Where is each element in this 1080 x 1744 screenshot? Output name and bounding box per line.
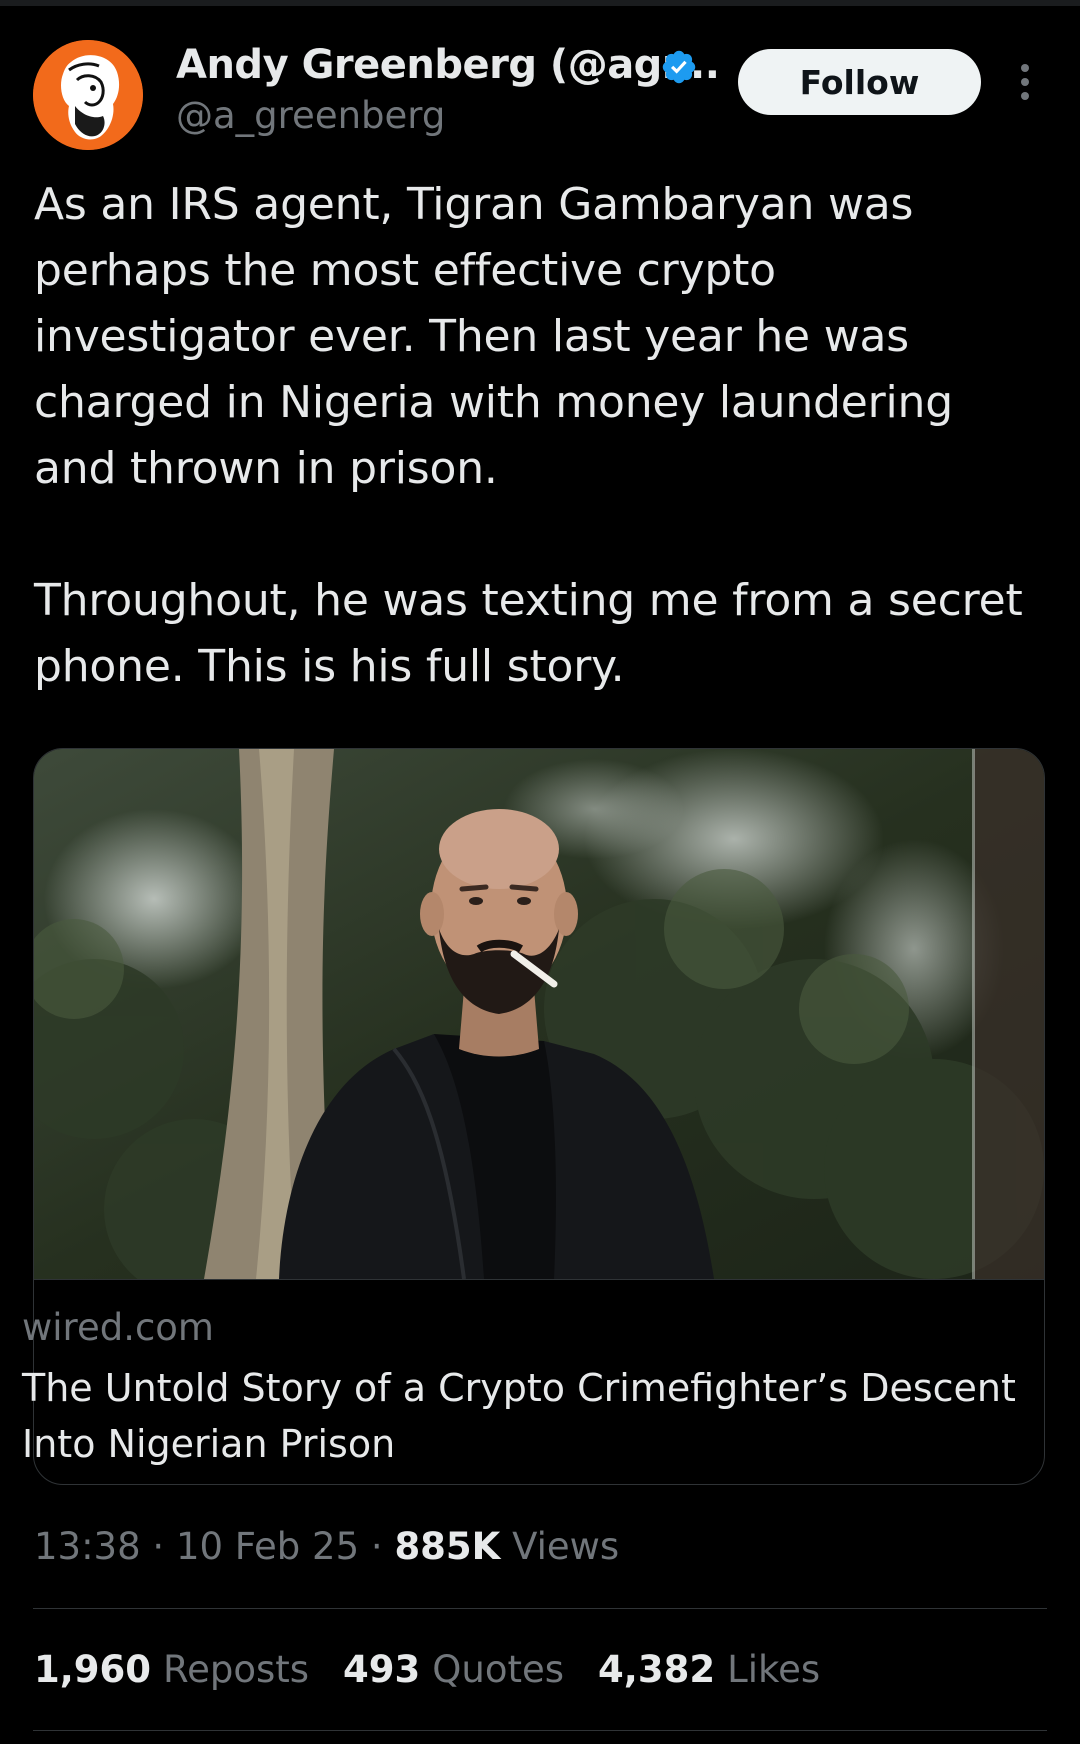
quotes-label: Quotes bbox=[432, 1648, 565, 1691]
engagement-stats: 1,960 Reposts 493 Quotes 4,382 Likes bbox=[34, 1648, 820, 1691]
stats-divider bbox=[33, 1730, 1047, 1731]
reposts-stat[interactable]: 1,960 Reposts bbox=[34, 1648, 309, 1691]
more-vertical-icon[interactable] bbox=[1010, 62, 1040, 102]
verified-badge-icon bbox=[662, 50, 696, 84]
views-label: Views bbox=[512, 1525, 620, 1568]
card-image bbox=[34, 749, 1044, 1279]
quotes-count: 493 bbox=[343, 1648, 421, 1691]
article-photo bbox=[34, 749, 1044, 1279]
tweet-time[interactable]: 13:38 bbox=[34, 1525, 141, 1568]
meta-separator: · bbox=[152, 1525, 165, 1568]
likes-label: Likes bbox=[727, 1648, 821, 1691]
tweet-paragraph: Throughout, he was texting me from a sec… bbox=[34, 575, 1023, 692]
likes-stat[interactable]: 4,382 Likes bbox=[598, 1648, 820, 1691]
avatar[interactable] bbox=[33, 40, 143, 150]
quotes-stat[interactable]: 493 Quotes bbox=[343, 1648, 564, 1691]
top-edge-divider bbox=[0, 0, 1080, 6]
author-handle[interactable]: @a_greenberg bbox=[176, 94, 445, 137]
reposts-label: Reposts bbox=[163, 1648, 310, 1691]
tweet-meta: 13:38 · 10 Feb 25 · 885K Views bbox=[34, 1525, 619, 1568]
card-divider bbox=[34, 1279, 1044, 1280]
meta-separator: · bbox=[370, 1525, 383, 1568]
tweet-paragraph: As an IRS agent, Tigran Gambaryan was pe… bbox=[34, 179, 953, 494]
card-title[interactable]: The Untold Story of a Crypto Crimefighte… bbox=[22, 1360, 1022, 1472]
views-count: 885K bbox=[394, 1525, 501, 1568]
avatar-portrait-icon bbox=[33, 40, 143, 150]
tweet-text: As an IRS agent, Tigran Gambaryan was pe… bbox=[34, 172, 1044, 700]
tweet-date[interactable]: 10 Feb 25 bbox=[176, 1525, 359, 1568]
meta-divider bbox=[33, 1608, 1047, 1609]
author-display-name[interactable]: Andy Greenberg (@agr... bbox=[176, 42, 720, 88]
reposts-count: 1,960 bbox=[34, 1648, 152, 1691]
follow-button[interactable]: Follow bbox=[738, 49, 981, 115]
likes-count: 4,382 bbox=[598, 1648, 716, 1691]
card-domain: wired.com bbox=[22, 1306, 214, 1349]
